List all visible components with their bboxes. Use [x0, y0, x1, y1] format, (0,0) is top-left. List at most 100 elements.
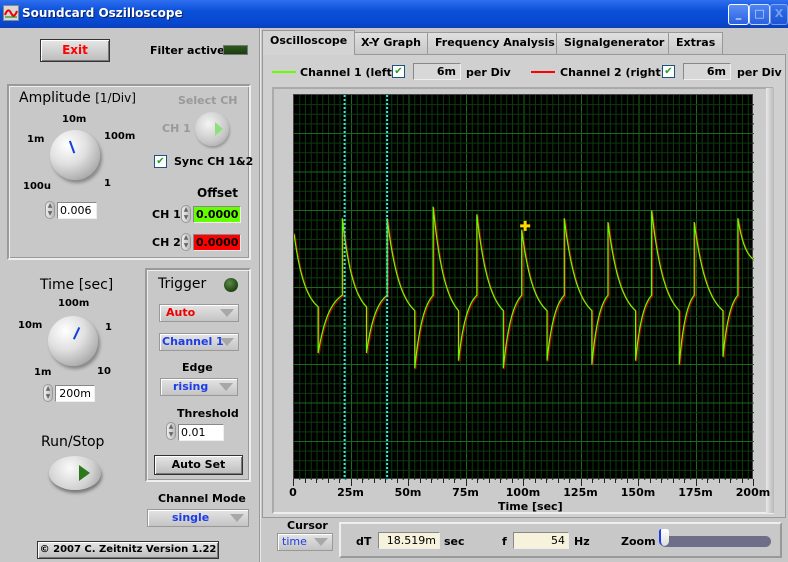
channel-1-checkbox[interactable]: ✔ [392, 65, 405, 78]
x-axis-tick [603, 479, 605, 483]
auto-set-button[interactable]: Auto Set [154, 455, 243, 475]
x-tick-label: 25m [337, 486, 364, 499]
play-icon [79, 465, 90, 481]
threshold-field[interactable]: 0.01 [178, 424, 224, 441]
threshold-spinner[interactable]: ▲ ▼ [166, 422, 176, 440]
x-axis-tick [695, 479, 697, 486]
dt-unit: sec [444, 535, 465, 548]
sync-checkbox[interactable]: ✔ [154, 155, 167, 168]
zoom-label: Zoom [621, 535, 656, 548]
dt-label: dT [356, 535, 372, 548]
tab-xy-graph[interactable]: X-Y Graph [353, 32, 429, 54]
x-axis-tick [385, 479, 386, 483]
tab-frequency-analysis[interactable]: Frequency Analysis [427, 32, 563, 54]
channel-mode-value: single [172, 511, 210, 524]
channel-2-per-div-field[interactable]: 6m [683, 63, 731, 80]
tab-oscilloscope[interactable]: Oscilloscope [262, 30, 356, 55]
close-button[interactable]: X [770, 4, 788, 25]
x-axis-tick [500, 479, 501, 483]
amplitude-knob-pointer [68, 140, 76, 154]
channel-2-color-swatch [531, 71, 555, 73]
time-tick-1m: 1m [34, 367, 52, 378]
select-ch-label: Select CH [178, 94, 238, 107]
time-spinner[interactable]: ▲ ▼ [43, 384, 53, 402]
x-axis-tick [730, 479, 731, 483]
trigger-channel-value: Channel 1 [162, 335, 224, 348]
x-tick-label: 125m [563, 486, 598, 499]
version-info: © 2007 C. Zeitnitz Version 1.22 [37, 541, 219, 559]
x-axis-tick [707, 479, 708, 483]
offset-ch1-field[interactable]: 0.0000 [193, 206, 241, 223]
time-title: Time [sec] [40, 277, 114, 293]
x-axis-tick [672, 479, 674, 483]
f-label: f [502, 535, 507, 548]
offset-ch2-spinner[interactable]: ▲ ▼ [181, 233, 191, 251]
zoom-slider-track[interactable] [660, 536, 771, 547]
select-ch-value: CH 1 [162, 122, 191, 135]
channel-1-color-swatch [272, 71, 296, 73]
run-stop-label: Run/Stop [41, 434, 105, 450]
trigger-mode-dropdown[interactable]: Auto [159, 304, 239, 322]
channel-2-checkbox[interactable]: ✔ [662, 65, 675, 78]
channel-1-per-div-field[interactable]: 6m [413, 63, 461, 80]
tab-signalgenerator[interactable]: Signalgenerator [556, 32, 673, 54]
trigger-edge-dropdown[interactable]: rising [160, 378, 238, 396]
chevron-down-icon [219, 383, 233, 391]
minimize-button[interactable]: _ [728, 4, 749, 25]
channel-1-per-div-unit: per Div [466, 66, 511, 79]
x-axis-tick [638, 479, 639, 486]
cursor-mode-dropdown[interactable]: time [277, 533, 333, 551]
amplitude-knob[interactable] [50, 130, 100, 180]
amplitude-value-field[interactable]: 0.006 [57, 202, 97, 219]
x-tick-label: 100m [505, 486, 541, 499]
x-axis-tick [626, 479, 628, 483]
title-bar: Soundcard Oszilloscope _ □ X [0, 0, 788, 28]
time-tick-100m: 100m [58, 298, 90, 309]
app-icon [3, 5, 19, 21]
select-ch-button[interactable] [195, 112, 229, 146]
x-axis-tick [408, 479, 409, 486]
channel-mode-dropdown[interactable]: single [147, 509, 249, 527]
oscilloscope-plot[interactable] [293, 94, 756, 480]
x-axis-tick [523, 479, 524, 486]
trigger-panel [145, 268, 251, 482]
zoom-slider-thumb[interactable] [659, 529, 669, 546]
close-icon: X [774, 7, 784, 20]
amplitude-spinner[interactable]: ▲ ▼ [45, 201, 55, 219]
amp-tick-1m: 1m [27, 134, 45, 145]
graph-scrollbar[interactable] [766, 88, 774, 513]
x-axis-tick [511, 479, 513, 483]
window-title: Soundcard Oszilloscope [22, 6, 183, 20]
trigger-channel-dropdown[interactable]: Channel 1 [159, 333, 239, 351]
trigger-led [224, 278, 238, 292]
maximize-icon: □ [754, 7, 765, 20]
exit-button[interactable]: Exit [40, 39, 110, 62]
time-value-field[interactable]: 200m [55, 385, 95, 402]
x-axis-tick [546, 479, 547, 483]
x-axis-tick [534, 479, 536, 483]
x-axis-tick [419, 479, 421, 483]
offset-ch1-spinner[interactable]: ▲ ▼ [181, 205, 191, 223]
x-axis-tick [304, 479, 306, 483]
x-axis-tick [442, 479, 444, 483]
offset-ch2-label: CH 2 [152, 236, 181, 249]
offset-ch1-label: CH 1 [152, 208, 181, 221]
x-axis-tick [373, 479, 375, 483]
time-tick-10m: 10m [18, 320, 43, 331]
amplitude-label: Amplitude [19, 90, 91, 106]
f-unit: Hz [574, 535, 590, 548]
x-axis-tick [569, 479, 570, 483]
offset-ch2-field[interactable]: 0.0000 [193, 234, 241, 251]
run-stop-button[interactable] [49, 456, 101, 490]
x-tick-label: 75m [452, 486, 479, 499]
channel-2-label: Channel 2 (right) [560, 66, 666, 79]
x-axis-tick [649, 479, 651, 483]
trigger-edge-value: rising [173, 380, 209, 393]
maximize-button[interactable]: □ [749, 4, 770, 25]
x-axis-tick [316, 479, 317, 483]
x-tick-label: 0 [289, 486, 297, 499]
panel-divider [259, 28, 261, 562]
tab-extras[interactable]: Extras [668, 32, 724, 54]
time-knob[interactable] [48, 316, 98, 366]
play-icon [215, 122, 223, 136]
